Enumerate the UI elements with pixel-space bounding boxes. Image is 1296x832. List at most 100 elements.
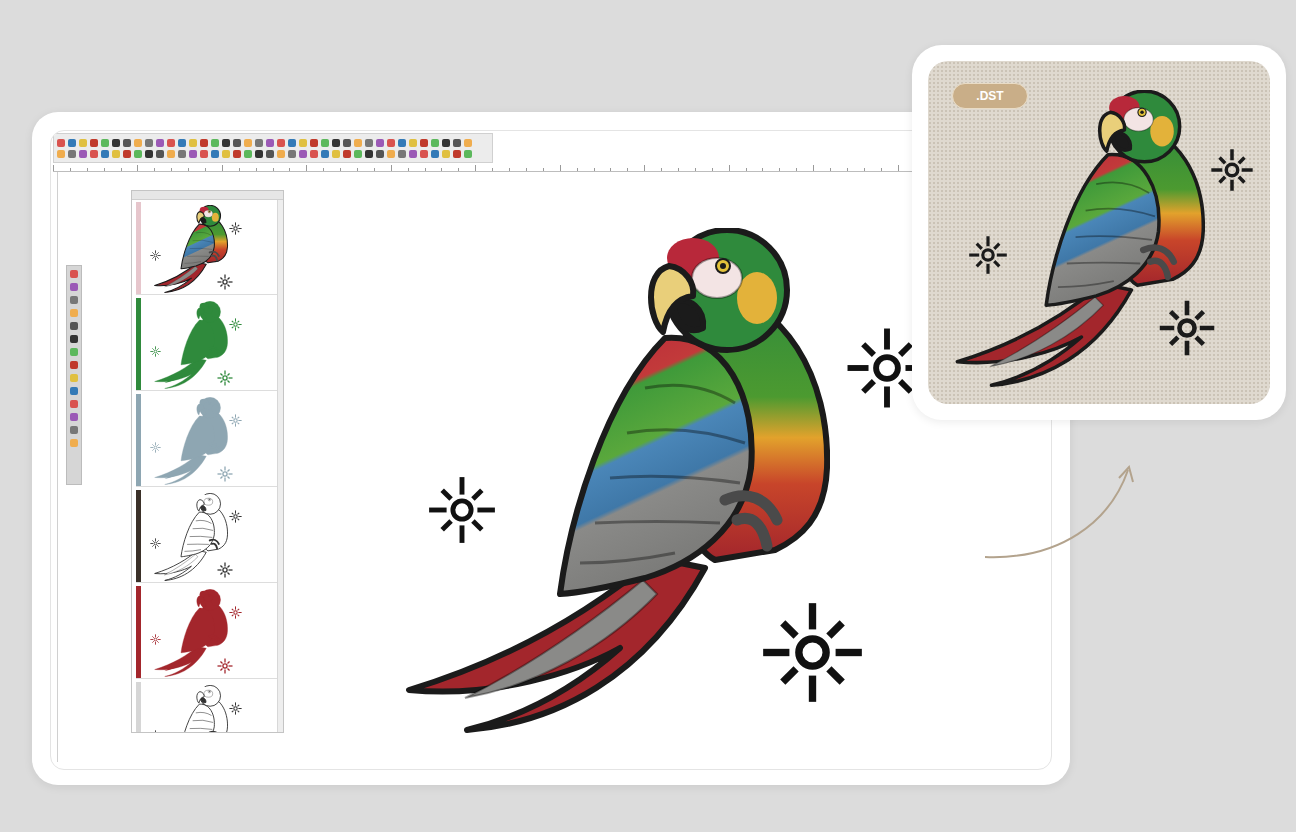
toolbar-button-icon[interactable] xyxy=(189,139,197,147)
toolbar-button-icon[interactable] xyxy=(321,150,329,158)
toolbar-button-icon[interactable] xyxy=(156,150,164,158)
toolbar-button-icon[interactable] xyxy=(200,150,208,158)
toolbar-button-icon[interactable] xyxy=(453,139,461,147)
toolbar-button-icon[interactable] xyxy=(387,139,395,147)
toolbar-button-icon[interactable] xyxy=(420,150,428,158)
tool-icon[interactable] xyxy=(70,270,78,278)
toolbar-button-icon[interactable] xyxy=(266,139,274,147)
toolbar-button-icon[interactable] xyxy=(134,150,142,158)
toolbar-button-icon[interactable] xyxy=(299,139,307,147)
toolbar-button-icon[interactable] xyxy=(376,139,384,147)
layer-item[interactable] xyxy=(136,394,277,487)
toolbar-button-icon[interactable] xyxy=(112,139,120,147)
toolbar-button-icon[interactable] xyxy=(277,139,285,147)
toolbar-button-icon[interactable] xyxy=(464,150,472,158)
toolbar-button-icon[interactable] xyxy=(409,150,417,158)
toolbar-button-icon[interactable] xyxy=(376,150,384,158)
toolbar-button-icon[interactable] xyxy=(387,150,395,158)
toolbar-button-icon[interactable] xyxy=(57,150,65,158)
toolbar-button-icon[interactable] xyxy=(442,150,450,158)
toolbar-button-icon[interactable] xyxy=(156,139,164,147)
sun-motif[interactable] xyxy=(427,475,497,545)
toolbar-button-icon[interactable] xyxy=(134,139,142,147)
toolbar-button-icon[interactable] xyxy=(101,150,109,158)
toolbar-button-icon[interactable] xyxy=(398,139,406,147)
toolbar-button-icon[interactable] xyxy=(343,150,351,158)
toolbar-button-icon[interactable] xyxy=(123,139,131,147)
toolbar-button-icon[interactable] xyxy=(167,139,175,147)
tool-icon[interactable] xyxy=(70,348,78,356)
layer-item[interactable] xyxy=(136,682,277,733)
toolbar-button-icon[interactable] xyxy=(90,139,98,147)
toolbar-button-icon[interactable] xyxy=(68,139,76,147)
toolbar-button-icon[interactable] xyxy=(288,139,296,147)
toolbar-button-icon[interactable] xyxy=(277,150,285,158)
toolbar-button-icon[interactable] xyxy=(255,139,263,147)
scrollbar[interactable] xyxy=(277,200,283,732)
toolbar-button-icon[interactable] xyxy=(244,139,252,147)
toolbar-button-icon[interactable] xyxy=(211,150,219,158)
toolbar-button-icon[interactable] xyxy=(211,139,219,147)
toolbar-button-icon[interactable] xyxy=(255,150,263,158)
tool-icon[interactable] xyxy=(70,309,78,317)
toolbar-button-icon[interactable] xyxy=(79,150,87,158)
toolbar-button-icon[interactable] xyxy=(112,150,120,158)
toolbar-button-icon[interactable] xyxy=(178,150,186,158)
toolbar-button-icon[interactable] xyxy=(167,150,175,158)
toolbar-button-icon[interactable] xyxy=(332,150,340,158)
toolbar-button-icon[interactable] xyxy=(288,150,296,158)
toolbar-button-icon[interactable] xyxy=(244,150,252,158)
tool-icon[interactable] xyxy=(70,374,78,382)
parrot-design[interactable] xyxy=(405,228,830,733)
sun-motif[interactable] xyxy=(760,600,865,705)
toolbar-button-icon[interactable] xyxy=(409,139,417,147)
toolbar-button-icon[interactable] xyxy=(68,150,76,158)
tool-icon[interactable] xyxy=(70,335,78,343)
toolbar-button-icon[interactable] xyxy=(354,139,362,147)
toolbar-button-icon[interactable] xyxy=(189,150,197,158)
toolbar-button-icon[interactable] xyxy=(431,150,439,158)
toolbar-button-icon[interactable] xyxy=(200,139,208,147)
toolbar-button-icon[interactable] xyxy=(365,150,373,158)
toolbar-button-icon[interactable] xyxy=(266,150,274,158)
tool-icon[interactable] xyxy=(70,387,78,395)
layer-item[interactable] xyxy=(136,490,277,583)
tool-icon[interactable] xyxy=(70,426,78,434)
tool-icon[interactable] xyxy=(70,439,78,447)
toolbar-button-icon[interactable] xyxy=(101,139,109,147)
tool-icon[interactable] xyxy=(70,283,78,291)
toolbar-button-icon[interactable] xyxy=(90,150,98,158)
toolbar-button-icon[interactable] xyxy=(321,139,329,147)
toolbar-button-icon[interactable] xyxy=(123,150,131,158)
toolbar-button-icon[interactable] xyxy=(233,139,241,147)
toolbar-button-icon[interactable] xyxy=(145,139,153,147)
layer-item[interactable] xyxy=(136,586,277,679)
toolbar-button-icon[interactable] xyxy=(299,150,307,158)
tool-icon[interactable] xyxy=(70,400,78,408)
toolbar-button-icon[interactable] xyxy=(365,139,373,147)
toolbar-button-icon[interactable] xyxy=(442,139,450,147)
layer-item[interactable] xyxy=(136,298,277,391)
toolbar-button-icon[interactable] xyxy=(343,139,351,147)
tool-icon[interactable] xyxy=(70,413,78,421)
toolbar-button-icon[interactable] xyxy=(233,150,241,158)
toolbar-button-icon[interactable] xyxy=(57,139,65,147)
toolbar-button-icon[interactable] xyxy=(431,139,439,147)
toolbar-button-icon[interactable] xyxy=(420,139,428,147)
toolbar-button-icon[interactable] xyxy=(79,139,87,147)
toolbar-button-icon[interactable] xyxy=(332,139,340,147)
toolbar-button-icon[interactable] xyxy=(464,139,472,147)
toolbar-button-icon[interactable] xyxy=(145,150,153,158)
toolbar-button-icon[interactable] xyxy=(178,139,186,147)
tool-icon[interactable] xyxy=(70,322,78,330)
toolbar-button-icon[interactable] xyxy=(222,139,230,147)
toolbar-button-icon[interactable] xyxy=(354,150,362,158)
toolbar-button-icon[interactable] xyxy=(310,150,318,158)
toolbar-button-icon[interactable] xyxy=(222,150,230,158)
toolbar-button-icon[interactable] xyxy=(453,150,461,158)
tool-icon[interactable] xyxy=(70,296,78,304)
tool-icon[interactable] xyxy=(70,361,78,369)
toolbar-button-icon[interactable] xyxy=(310,139,318,147)
toolbar-button-icon[interactable] xyxy=(398,150,406,158)
layer-item[interactable] xyxy=(136,202,277,295)
